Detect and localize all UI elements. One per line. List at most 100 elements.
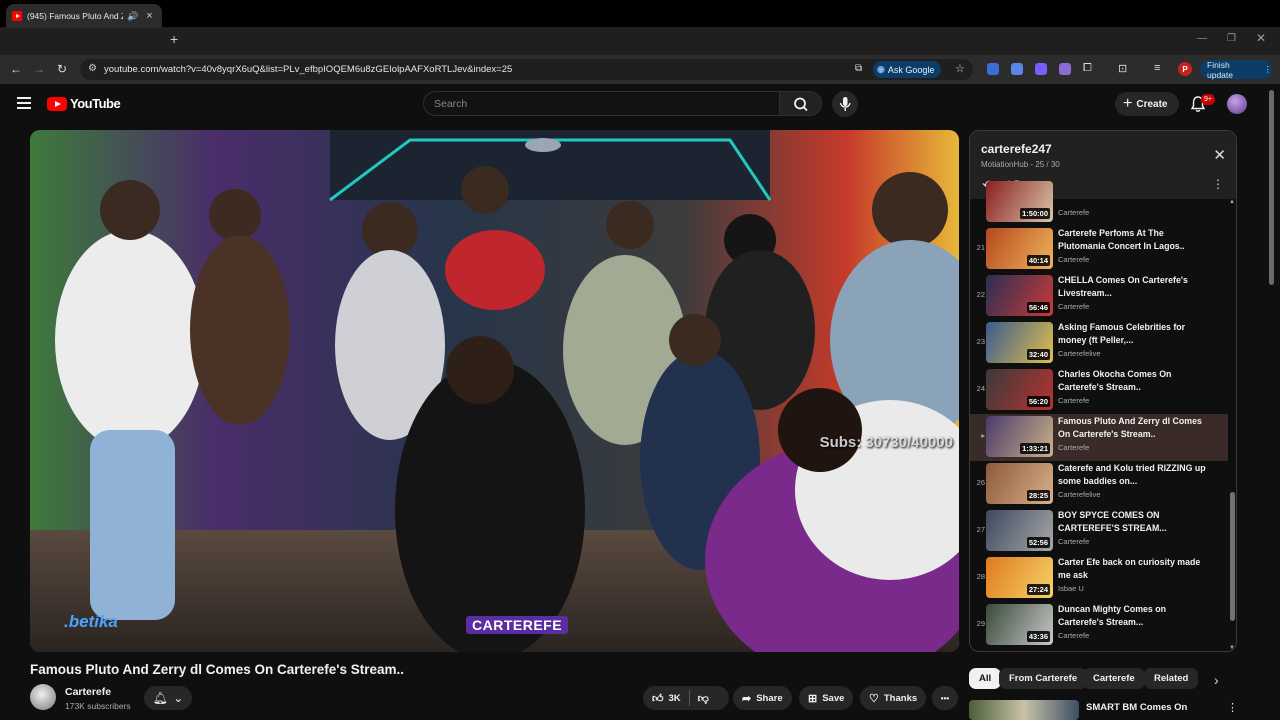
scroll-up-icon[interactable]: ▲ (1229, 199, 1235, 205)
playlist-item-title[interactable]: Asking Famous Celebrities for money (ft … (1058, 321, 1206, 346)
chip-from-channel[interactable]: From Carterefe (999, 668, 1088, 689)
playlist-item-title[interactable]: Carterefe Perfoms At The Plutomania Conc… (1058, 227, 1206, 252)
playlist-item[interactable]: 21 40:14 Carterefe Perfoms At The Plutoman… (970, 226, 1228, 273)
account-avatar[interactable] (1227, 94, 1247, 114)
page-scrollbar[interactable] (1266, 84, 1280, 720)
recommendation-thumbnail[interactable] (969, 700, 1079, 720)
playlist-item-title[interactable]: Famous Pluto And Zerry dl Comes On Carte… (1058, 415, 1206, 440)
new-tab-button[interactable]: + (170, 31, 178, 47)
playlist-item-title[interactable]: BOY SPYCE COMES ON CARTEREFE'S STREAM... (1058, 509, 1206, 534)
channel-name[interactable]: Carterefe (65, 686, 111, 698)
playlist-title[interactable]: carterefe247 (981, 142, 1052, 156)
back-icon[interactable]: ← (10, 62, 22, 76)
playlist-item-title[interactable]: Caterefe and Kolu tried RIZZING up some … (1058, 462, 1206, 487)
window-close-icon[interactable]: ✕ (1256, 31, 1266, 45)
thumbs-up-icon[interactable]: 👍︎ (652, 692, 664, 705)
extension-icon[interactable] (987, 63, 999, 75)
chip-channel[interactable]: Carterefe (1083, 668, 1145, 689)
profile-avatar[interactable]: P (1178, 62, 1192, 76)
extension-icon[interactable] (1059, 63, 1071, 75)
subscription-bell-button[interactable]: 🔔︎ ⌄ (144, 686, 192, 710)
hamburger-menu-icon[interactable] (17, 97, 31, 109)
forward-icon[interactable]: → (33, 62, 45, 76)
bell-icon: 🔔︎ (152, 691, 168, 705)
playlist-item[interactable]: 1:50:00 Carterefe (970, 179, 1228, 226)
playlist-item-thumbnail[interactable]: 28:25 (986, 463, 1053, 504)
playlist-item-thumbnail[interactable] (986, 651, 1053, 652)
duration-badge: 56:20 (1026, 396, 1050, 407)
playlist-item[interactable]: 28 27:24 Carter Efe back on curiosity made… (970, 555, 1228, 602)
playlist-item-title[interactable]: Duncan Mighty Comes on Carterefe's Strea… (1058, 603, 1206, 628)
site-info-icon[interactable]: ⚙ (88, 63, 97, 74)
search-button[interactable] (779, 91, 822, 116)
finish-update-button[interactable]: Finish update ⋮ (1200, 60, 1272, 80)
playlist-item-title[interactable]: CHELLA Comes On Carterefe's Livestream..… (1058, 274, 1206, 299)
playlist-item-title[interactable]: Carterefe Nigeria Streamers (1058, 650, 1206, 651)
extensions-puzzle-icon[interactable]: ⧠ (1083, 62, 1092, 75)
recommendation-item[interactable]: SMART BM Comes On ⋮ (969, 700, 1249, 720)
playlist-item-thumbnail[interactable]: 56:46 (986, 275, 1053, 316)
install-icon[interactable]: ⧉ (855, 63, 862, 74)
reading-list-icon[interactable]: ≡ (1154, 62, 1160, 74)
playlist-item-thumbnail[interactable]: 43:36 (986, 604, 1053, 645)
playlist-item-title[interactable]: Carter Efe back on curiosity made me ask (1058, 556, 1206, 581)
youtube-logo[interactable]: YouTube (47, 96, 121, 111)
chip-all[interactable]: All (969, 668, 1002, 689)
playlist-item[interactable]: 22 56:46 CHELLA Comes On Carterefe's Lives… (970, 273, 1228, 320)
playlist-item[interactable]: 27 52:56 BOY SPYCE COMES ON CARTEREFE'S ST… (970, 508, 1228, 555)
playlist-item-index: 24 (976, 384, 985, 393)
thumbs-down-icon[interactable]: 👎︎ (698, 692, 709, 705)
create-button[interactable]: + Create (1115, 92, 1179, 116)
playlist-item-thumbnail[interactable]: 52:56 (986, 510, 1053, 551)
close-icon[interactable]: ✕ (1213, 146, 1226, 164)
video-player[interactable]: Subs: 30730/40000 CARTEREFE .betika (30, 130, 959, 652)
extension-icon[interactable] (1035, 63, 1047, 75)
recommendation-title[interactable]: SMART BM Comes On (1086, 702, 1187, 713)
ask-google-button[interactable]: ◉ Ask Google (873, 61, 942, 78)
maximize-icon[interactable]: ❐ (1227, 33, 1236, 44)
playlist-item-thumbnail[interactable]: 32:40 (986, 322, 1053, 363)
playlist-scrollbar[interactable]: ▲ ▼ (1228, 199, 1236, 651)
playlist-item-current[interactable]: ▸ 1:33:21 Famous Pluto And Zerry dl Comes … (970, 414, 1228, 461)
browser-tab[interactable]: (945) Famous Pluto And Ze 🔊 × (6, 4, 162, 28)
tab-close-icon[interactable]: × (146, 10, 152, 22)
lens-icon: ◉ (877, 64, 885, 74)
more-actions-button[interactable]: ••• (932, 686, 958, 710)
scroll-down-icon[interactable]: ▼ (1229, 645, 1235, 651)
bookmark-star-icon[interactable]: ☆ (955, 62, 965, 75)
thanks-heart-icon: ♡ (869, 692, 879, 705)
playlist-item-channel: Carterefe (1058, 302, 1090, 311)
playlist-item-title[interactable]: Charles Okocha Comes On Carterefe's Stre… (1058, 368, 1206, 393)
playlist-item[interactable]: 30Carterefe Nigeria Streamers (970, 649, 1228, 652)
like-count[interactable]: 3K (669, 693, 681, 704)
thanks-button[interactable]: ♡ Thanks (860, 686, 927, 710)
speaker-icon[interactable]: 🔊 (127, 11, 138, 22)
playlist-item-thumbnail[interactable]: 27:24 (986, 557, 1053, 598)
playlist-item-thumbnail[interactable]: 56:20 (986, 369, 1053, 410)
youtube-favicon-icon (12, 11, 22, 21)
playlist-item[interactable]: 23 32:40 Asking Famous Celebrities for mon… (970, 320, 1228, 367)
minimize-icon[interactable]: — (1197, 33, 1207, 44)
scrollbar-thumb[interactable] (1230, 492, 1235, 621)
reload-icon[interactable]: ↻ (57, 62, 67, 76)
playlist-item[interactable]: 24 56:20 Charles Okocha Comes On Carterefe… (970, 367, 1228, 414)
playlist-item[interactable]: 29 43:36 Duncan Mighty Comes on Carterefe'… (970, 602, 1228, 649)
kebab-icon[interactable]: ⋮ (1227, 701, 1238, 714)
search-input[interactable]: Search (423, 91, 780, 116)
page-scrollbar-thumb[interactable] (1269, 90, 1274, 285)
extension-icon[interactable] (1011, 63, 1023, 75)
tab-search-icon[interactable]: ⊡ (1118, 62, 1127, 75)
playlist-item-thumbnail[interactable]: 1:33:21 (986, 416, 1053, 457)
voice-search-button[interactable] (832, 91, 858, 117)
video-title: Famous Pluto And Zerry dl Comes On Carte… (30, 662, 405, 677)
address-bar[interactable]: ⚙ youtube.com/watch?v=40v8yqrX6uQ&list=P… (80, 59, 973, 80)
playlist-item-thumbnail[interactable]: 40:14 (986, 228, 1053, 269)
save-button[interactable]: ⊞ Save (799, 686, 854, 710)
playlist-item-channel: Carterefelive (1058, 349, 1101, 358)
playlist-item-thumbnail[interactable]: 1:50:00 (986, 181, 1053, 222)
chip-related[interactable]: Related (1144, 668, 1199, 689)
playlist-item[interactable]: 26 28:25 Caterefe and Kolu tried RIZZING u… (970, 461, 1228, 508)
chevron-right-icon[interactable]: › (1214, 672, 1219, 688)
channel-avatar[interactable] (30, 684, 56, 710)
share-button[interactable]: ➦ Share (733, 686, 792, 710)
